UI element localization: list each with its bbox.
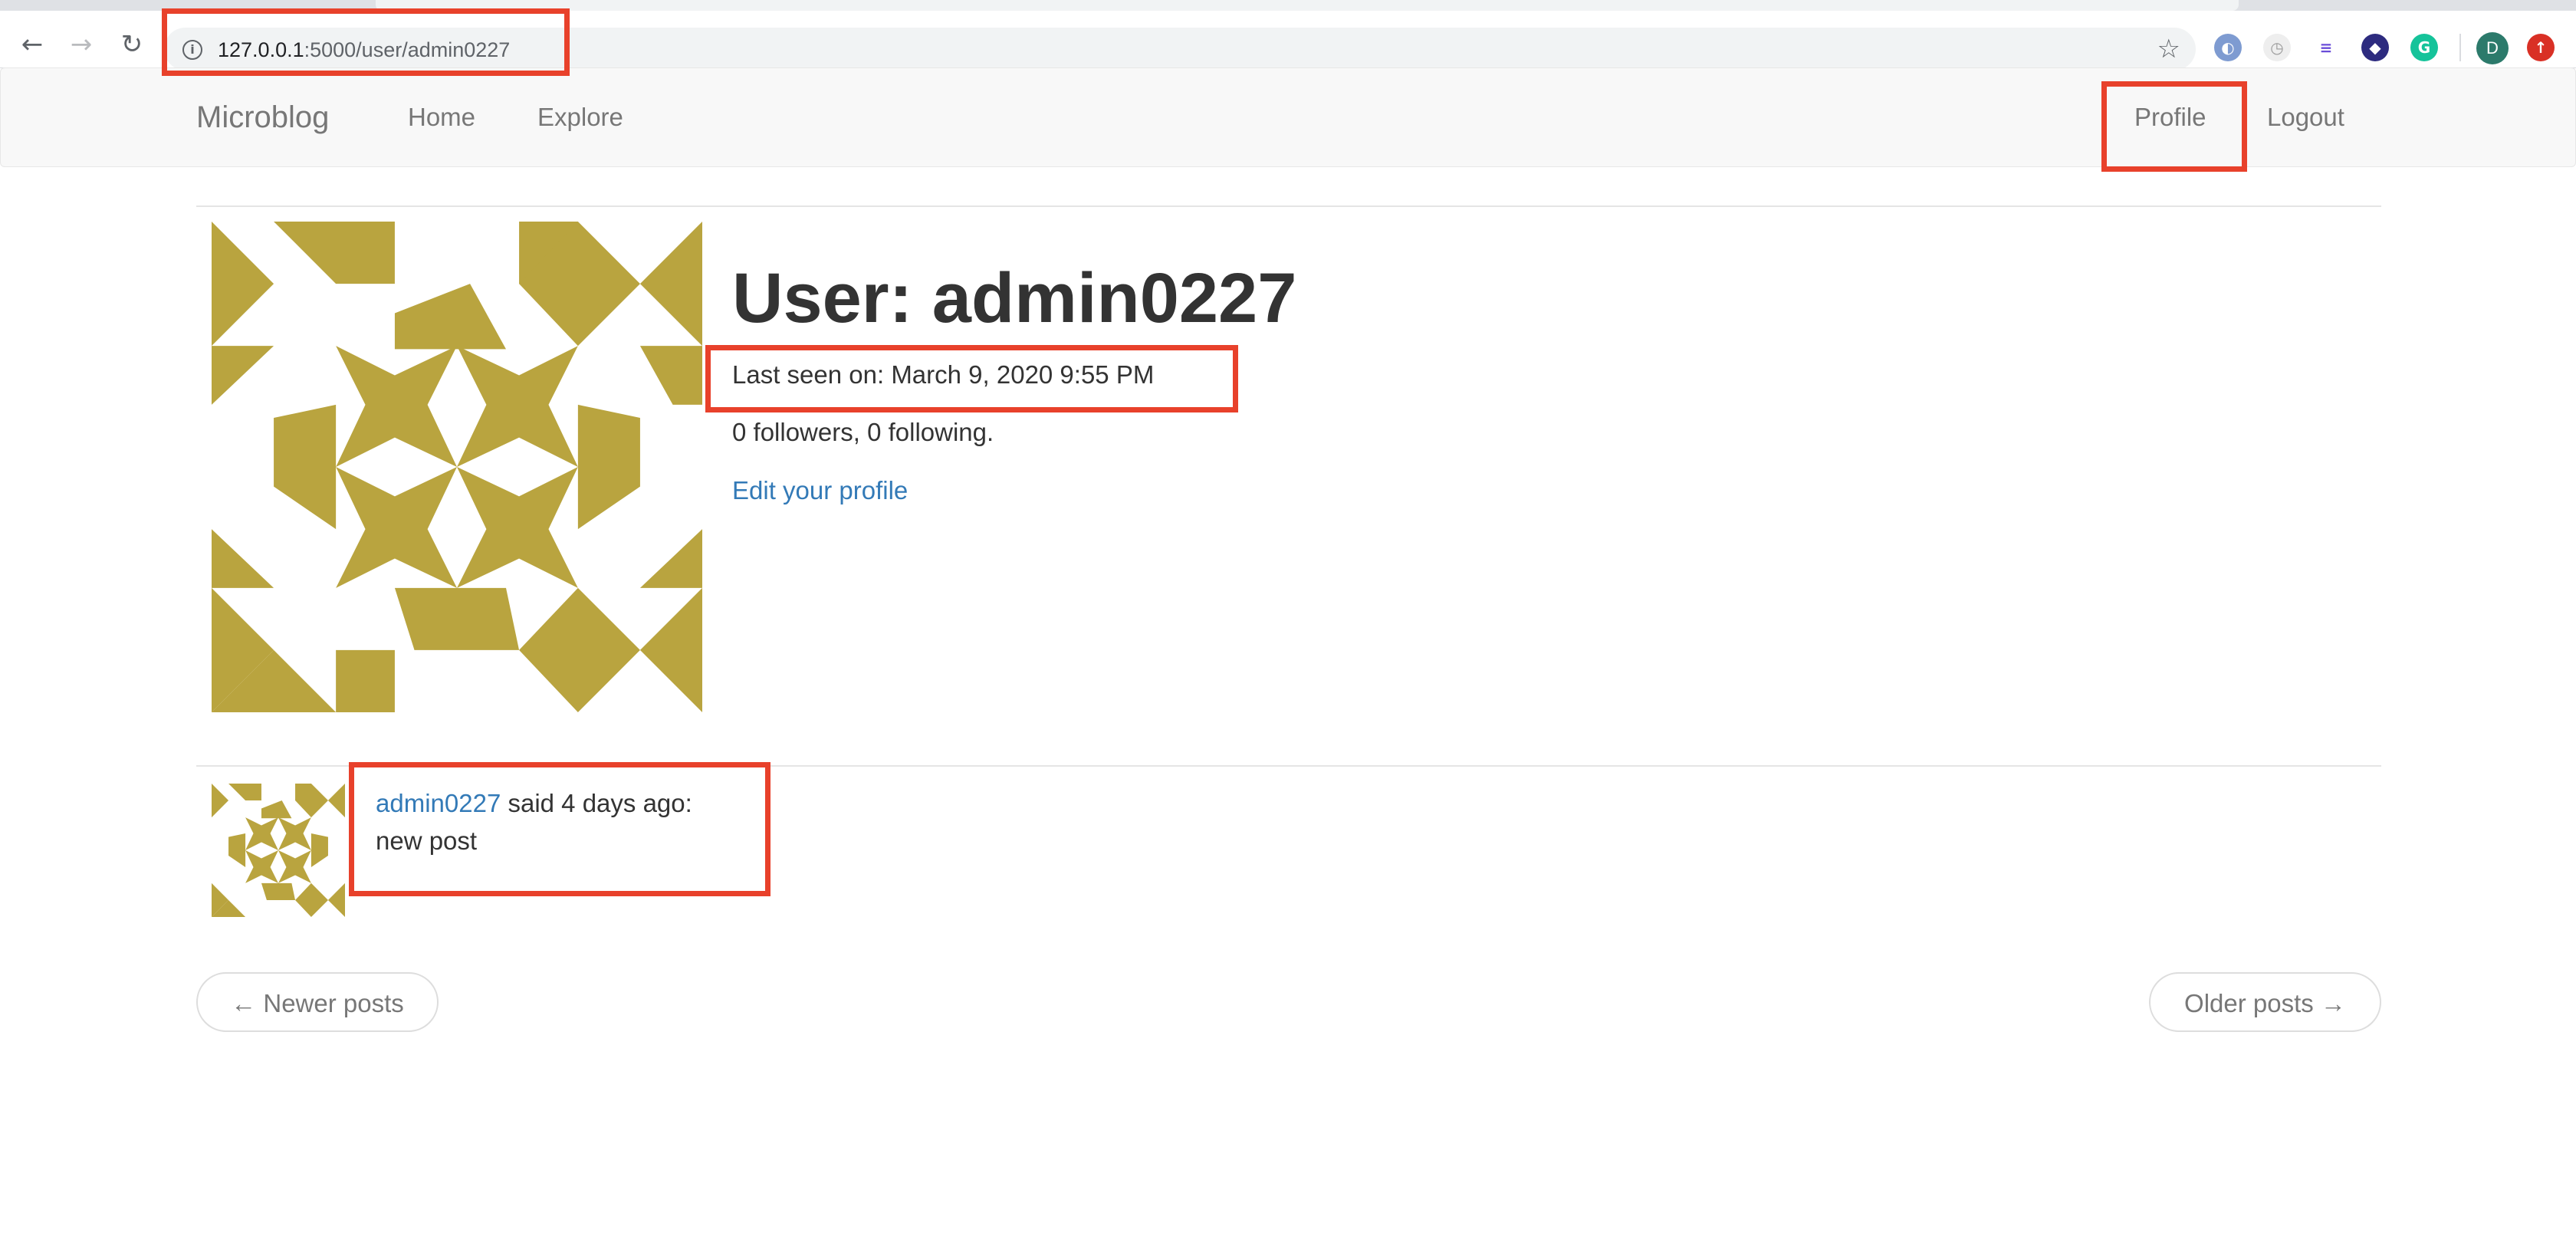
last-seen-text: Last seen on: March 9, 2020 9:55 PM: [732, 360, 1155, 389]
browser-profile-avatar[interactable]: D: [2476, 32, 2509, 64]
toolbar-divider: [2459, 34, 2461, 61]
nav-profile-link[interactable]: Profile: [2134, 100, 2206, 134]
url-path: :5000/user/admin0227: [304, 38, 511, 61]
edit-profile-link[interactable]: Edit your profile: [732, 474, 908, 508]
newer-posts-button[interactable]: ← Newer posts: [196, 972, 439, 1032]
page-title: User: admin0227: [732, 259, 1297, 337]
extension-3-icon[interactable]: ≡: [2312, 34, 2340, 61]
nav-logout-link[interactable]: Logout: [2267, 100, 2344, 134]
post-header: admin0227 said 4 days ago:: [376, 787, 692, 820]
active-tab[interactable]: [376, 0, 2239, 11]
update-icon[interactable]: ↑: [2527, 34, 2555, 61]
profile-avatar-image: [212, 222, 702, 712]
brand-link[interactable]: Microblog: [196, 99, 329, 136]
reload-icon[interactable]: ↻: [113, 26, 150, 63]
follow-counts: 0 followers, 0 following.: [732, 418, 994, 446]
divider: [196, 765, 2381, 767]
extension-2-icon[interactable]: ◷: [2263, 34, 2291, 61]
address-bar[interactable]: i 127.0.0.1:5000/user/admin0227 ☆: [164, 28, 2196, 71]
post-author-link[interactable]: admin0227: [376, 789, 501, 817]
extension-1-icon[interactable]: ◐: [2214, 34, 2242, 61]
site-info-icon[interactable]: i: [182, 40, 202, 60]
older-posts-button[interactable]: Older posts →: [2149, 972, 2381, 1032]
post-body: new post: [376, 827, 478, 855]
bookmark-star-icon[interactable]: ☆: [2157, 34, 2180, 64]
grammarly-icon[interactable]: G: [2410, 34, 2438, 61]
url-host: 127.0.0.1: [218, 38, 304, 61]
extension-4-icon[interactable]: ◆: [2361, 34, 2389, 61]
app-navbar: Microblog Home Explore Profile Logout: [0, 67, 2576, 167]
nav-home-link[interactable]: Home: [408, 100, 475, 134]
browser-toolbar: ← → ↻ i 127.0.0.1:5000/user/admin0227 ☆ …: [0, 11, 2576, 71]
back-arrow-icon[interactable]: ←: [14, 26, 51, 63]
tab-strip: [0, 0, 2576, 11]
divider: [196, 205, 2381, 207]
post-author-avatar[interactable]: [212, 784, 345, 917]
forward-arrow-icon[interactable]: →: [63, 26, 100, 63]
post-meta: said 4 days ago:: [501, 789, 692, 817]
url-text[interactable]: 127.0.0.1:5000/user/admin0227: [218, 37, 510, 63]
nav-explore-link[interactable]: Explore: [537, 100, 623, 134]
